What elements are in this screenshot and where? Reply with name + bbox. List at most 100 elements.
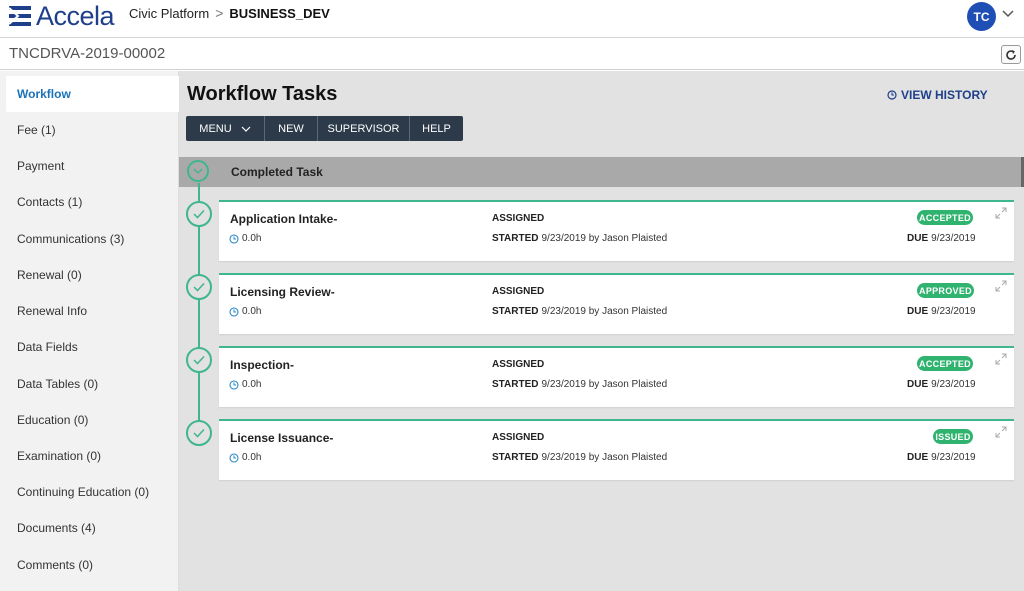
sidebar-item-examination[interactable]: Examination (0) — [0, 438, 179, 474]
task-assigned: ASSIGNED — [492, 432, 545, 443]
task-name: Licensing Review- — [230, 285, 335, 299]
due-value: 9/23/2019 — [931, 379, 976, 390]
task-due: DUE 9/23/2019 — [907, 452, 976, 463]
sidebar-item-workflow[interactable]: Workflow — [6, 76, 179, 112]
sidebar-item-renewal-info[interactable]: Renewal Info — [0, 293, 179, 329]
status-badge: ACCEPTED — [917, 210, 973, 225]
sidebar-item-communications[interactable]: Communications (3) — [0, 221, 179, 257]
sidebar-item-contacts[interactable]: Contacts (1) — [0, 184, 179, 220]
task-card-inspection[interactable]: Inspection- 0.0h ASSIGNED STARTED 9/23/20… — [219, 346, 1014, 407]
started-value: 9/23/2019 by Jason Plaisted — [541, 306, 668, 317]
help-button[interactable]: HELP — [410, 116, 463, 141]
task-status-node — [186, 420, 212, 446]
task-started: STARTED 9/23/2019 by Jason Plaisted — [492, 233, 667, 244]
top-bar: Accela Civic Platform > BUSINESS_DEV TC — [0, 0, 1024, 38]
chevron-down-icon[interactable] — [1002, 10, 1014, 18]
clock-icon — [229, 233, 239, 244]
due-value: 9/23/2019 — [931, 233, 976, 244]
task-started: STARTED 9/23/2019 by Jason Plaisted — [492, 306, 667, 317]
due-label: DUE — [907, 306, 929, 317]
view-history-label: VIEW HISTORY — [901, 88, 988, 102]
task-started: STARTED 9/23/2019 by Jason Plaisted — [492, 452, 667, 463]
sidebar-item-fee[interactable]: Fee (1) — [0, 112, 179, 148]
task-card-licensing-review[interactable]: Licensing Review- 0.0h ASSIGNED STARTED 9… — [219, 273, 1014, 334]
task-card-application-intake[interactable]: Application Intake- 0.0h ASSIGNED STARTE… — [219, 200, 1014, 261]
started-label: STARTED — [492, 306, 539, 317]
started-label: STARTED — [492, 233, 539, 244]
status-badge: ISSUED — [933, 429, 973, 444]
status-badge: ACCEPTED — [917, 356, 973, 371]
view-history-link[interactable]: VIEW HISTORY — [887, 88, 988, 102]
breadcrumb-module[interactable]: BUSINESS_DEV — [229, 6, 329, 21]
due-value: 9/23/2019 — [931, 452, 976, 463]
accela-logo-icon — [8, 6, 31, 26]
clock-icon — [229, 379, 239, 390]
breadcrumb: Civic Platform > BUSINESS_DEV — [129, 5, 330, 21]
due-label: DUE — [907, 233, 929, 244]
sidebar-item-data-fields[interactable]: Data Fields — [0, 329, 179, 365]
due-value: 9/23/2019 — [931, 306, 976, 317]
expand-icon[interactable] — [995, 280, 1007, 292]
task-hours: 0.0h — [229, 233, 261, 244]
sidebar-item-documents[interactable]: Documents (4) — [0, 510, 179, 546]
expand-icon[interactable] — [995, 207, 1007, 219]
task-hours-value: 0.0h — [242, 233, 262, 244]
started-value: 9/23/2019 by Jason Plaisted — [541, 452, 668, 463]
clock-icon — [229, 306, 239, 317]
chevron-down-icon — [241, 126, 251, 132]
started-value: 9/23/2019 by Jason Plaisted — [541, 233, 668, 244]
completed-task-label: Completed Task — [231, 165, 323, 179]
supervisor-button[interactable]: SUPERVISOR — [318, 116, 410, 141]
task-hours: 0.0h — [229, 379, 261, 390]
task-due: DUE 9/23/2019 — [907, 233, 976, 244]
clock-icon — [229, 452, 239, 463]
status-badge: APPROVED — [917, 283, 974, 298]
sidebar-item-data-tables[interactable]: Data Tables (0) — [0, 366, 179, 402]
refresh-icon — [1006, 49, 1016, 60]
sidebar-nav: Workflow Fee (1) Payment Contacts (1) Co… — [0, 71, 179, 591]
task-name: Inspection- — [230, 358, 295, 372]
started-value: 9/23/2019 by Jason Plaisted — [541, 379, 668, 390]
sidebar-item-comments[interactable]: Comments (0) — [0, 547, 179, 583]
breadcrumb-platform[interactable]: Civic Platform — [129, 6, 209, 21]
task-hours-value: 0.0h — [242, 306, 262, 317]
menu-label: MENU — [199, 122, 232, 135]
logo-text: Accela — [36, 0, 115, 31]
sidebar-item-continuing-education[interactable]: Continuing Education (0) — [0, 474, 179, 510]
check-icon — [193, 355, 205, 365]
refresh-button[interactable] — [1001, 45, 1021, 64]
started-label: STARTED — [492, 379, 539, 390]
task-status-node — [186, 201, 212, 227]
user-avatar[interactable]: TC — [967, 2, 996, 31]
record-id: TNCDRVA-2019-00002 — [9, 45, 166, 62]
clock-icon — [887, 90, 897, 100]
task-name: Application Intake- — [230, 212, 338, 226]
task-assigned: ASSIGNED — [492, 213, 545, 224]
sidebar-item-education[interactable]: Education (0) — [0, 402, 179, 438]
task-hours: 0.0h — [229, 306, 261, 317]
task-hours-value: 0.0h — [242, 452, 262, 463]
task-status-node — [186, 274, 212, 300]
check-icon — [193, 209, 205, 219]
sidebar-item-renewal[interactable]: Renewal (0) — [0, 257, 179, 293]
task-name: License Issuance- — [230, 431, 334, 445]
sidebar-item-payment[interactable]: Payment — [0, 148, 179, 184]
task-started: STARTED 9/23/2019 by Jason Plaisted — [492, 379, 667, 390]
task-hours-value: 0.0h — [242, 379, 262, 390]
chevron-down-icon — [193, 168, 203, 174]
new-button[interactable]: NEW — [265, 116, 318, 141]
workflow-toolbar: MENU NEW SUPERVISOR HELP — [186, 116, 463, 141]
due-label: DUE — [907, 379, 929, 390]
main-panel: Workflow Tasks VIEW HISTORY MENU NEW SUP… — [179, 71, 1024, 591]
expand-icon[interactable] — [995, 353, 1007, 365]
check-icon — [193, 428, 205, 438]
breadcrumb-separator: > — [215, 5, 224, 21]
menu-button[interactable]: MENU — [186, 116, 265, 141]
due-label: DUE — [907, 452, 929, 463]
task-card-license-issuance[interactable]: License Issuance- 0.0h ASSIGNED STARTED 9… — [219, 419, 1014, 480]
completed-task-header[interactable]: Completed Task — [179, 157, 1024, 187]
collapse-toggle[interactable] — [187, 160, 209, 182]
accela-logo[interactable]: Accela — [8, 0, 115, 31]
record-bar: TNCDRVA-2019-00002 — [0, 39, 1024, 70]
expand-icon[interactable] — [995, 426, 1007, 438]
